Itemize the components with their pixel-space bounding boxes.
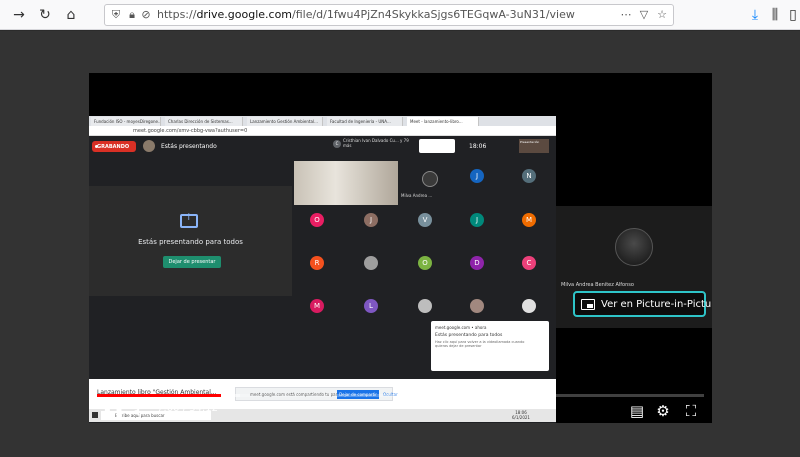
notification-title: Estás presentando para todos (435, 333, 503, 338)
tracking-shield-icon[interactable]: ⛨ (109, 8, 123, 22)
presenter-avatar (143, 140, 155, 152)
browser-toolbar: → ↻ ⌂ ⛨ 🔒︎ ⊘ https://drive.google.com/fi… (0, 0, 800, 30)
present-screen-icon (180, 213, 198, 228)
inner-tab: Fundación ISO - moyesDiregone... (91, 117, 161, 126)
speaker-video (294, 161, 398, 205)
meet-notification: meet.google.com • ahora Estás presentand… (431, 321, 549, 371)
subtitles-icon[interactable]: ▤ (627, 401, 647, 421)
participant-tile: N (522, 169, 536, 183)
presenting-panel: Estás presentando para todos Dejar de pr… (89, 186, 292, 296)
notification-body: Haz clic aquí para volver a la videollam… (435, 340, 525, 348)
participant-tile (364, 256, 378, 270)
participant-tile: J (470, 213, 484, 227)
inner-tabs: Fundación ISO - moyesDiregone... Charlas… (89, 116, 556, 126)
bookmark-star-icon[interactable]: ☆ (655, 8, 669, 22)
meet-header: GRABANDO Estás presentando C Cristhian I… (89, 136, 556, 158)
participant-tile: L (364, 299, 378, 313)
presenting-status: Estás presentando (161, 143, 217, 150)
pause-icon[interactable]: ❚❚ (101, 401, 125, 421)
library-icon[interactable]: ⫼ (766, 6, 784, 24)
video-player[interactable]: Fundación ISO - moyesDiregone... Charlas… (89, 73, 712, 423)
inner-tab-active: Meet - lanzamiento-libro... (407, 117, 479, 126)
inner-tab: Charlas Dirección de Sistemas... (165, 117, 243, 126)
meet-controls (419, 139, 455, 153)
meet-clock: 18:06 (469, 143, 487, 150)
notification-host: meet.google.com • ahora (435, 325, 487, 330)
participant-tile: O (418, 256, 432, 270)
forward-arrow-icon[interactable]: → (10, 6, 28, 24)
inner-address-bar: meet.google.com/xmv-cbbg-vwa?authuser=0 (89, 126, 556, 136)
participant-tile (418, 299, 432, 313)
participant-tile: C (522, 256, 536, 270)
participant-tile: M (310, 299, 324, 313)
inner-tab: Lanzamiento Gestión Ambiental... (247, 117, 323, 126)
recording-badge: GRABANDO (92, 141, 136, 152)
url-bar[interactable]: ⛨ 🔒︎ ⊘ https://drive.google.com/file/d/1… (104, 4, 674, 26)
page-actions-icon[interactable]: ⋯ (619, 8, 633, 22)
download-icon[interactable]: ⤓ (746, 6, 764, 24)
url-text: https://drive.google.com/file/d/1fwu4PjZ… (157, 8, 575, 21)
sidebar-icon[interactable]: ▯ (784, 6, 800, 24)
time-display: 7:00 / 34:12 (157, 403, 219, 414)
participant-tile: R (310, 256, 324, 270)
picture-in-picture-button[interactable]: Ver en Picture-in-Picture (573, 291, 712, 317)
participant-tile: J (470, 169, 484, 183)
presenting-to-all-text: Estás presentando para todos (138, 238, 243, 246)
participant-tile (470, 299, 484, 313)
progress-buffered (221, 394, 240, 397)
reload-icon[interactable]: ↻ (36, 6, 54, 24)
progress-played (97, 394, 222, 397)
pip-label: Ver en Picture-in-Picture (601, 299, 712, 310)
participant-name: Milva Andrea Benitez Alfonso (561, 282, 634, 288)
stop-presenting-button: Dejar de presentar (163, 256, 221, 268)
progress-bar[interactable] (97, 394, 704, 397)
volume-icon[interactable]: 🔈︎ (129, 401, 149, 421)
picture-in-picture-icon (581, 299, 595, 310)
participant-avatar: C (333, 140, 341, 148)
participant-summary: Cristhian Ivan Dalvado Cu... y 79 más (343, 138, 409, 148)
player-controls: ❚❚ 🔈︎ 7:00 / 34:12 ▤ ⚙ ⛶ (89, 399, 712, 423)
pocket-icon[interactable]: ▽ (637, 8, 651, 22)
permissions-icon[interactable]: ⊘ (139, 8, 153, 22)
participant-tile: V (418, 213, 432, 227)
fullscreen-icon[interactable]: ⛶ (681, 401, 701, 421)
participant-tile: D (470, 256, 484, 270)
participant-photo-large (615, 228, 653, 266)
presentation-badge: Presentación (519, 139, 549, 153)
home-icon[interactable]: ⌂ (62, 6, 80, 24)
inner-url: meet.google.com/xmv-cbbg-vwa?authuser=0 (133, 128, 248, 134)
participant-tile: O (310, 213, 324, 227)
participant-tile (522, 299, 536, 313)
settings-gear-icon[interactable]: ⚙ (653, 401, 673, 421)
participant-tile: M (522, 213, 536, 227)
lock-icon[interactable]: 🔒︎ (125, 8, 139, 22)
inner-tab: Facultad de Ingeniería - UNA... (327, 117, 403, 126)
shared-screen: Fundación ISO - moyesDiregone... Charlas… (89, 116, 556, 423)
participant-photo (422, 171, 438, 187)
participant-tile: J (364, 213, 378, 227)
participant-tag: Milva Andrea ... (401, 193, 433, 198)
